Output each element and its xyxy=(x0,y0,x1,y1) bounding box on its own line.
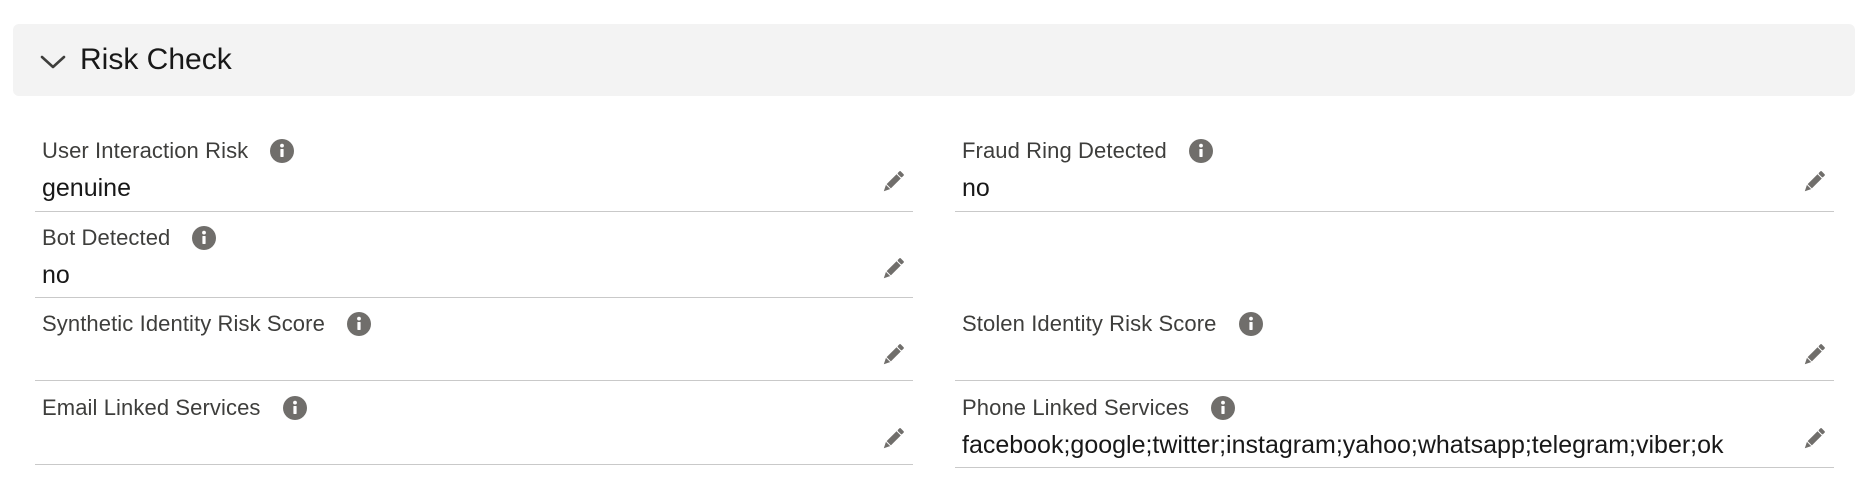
info-icon[interactable] xyxy=(346,312,371,336)
pencil-icon[interactable] xyxy=(1800,341,1828,369)
section-header-risk-check[interactable]: Risk Check xyxy=(13,24,1855,96)
info-icon[interactable] xyxy=(1238,312,1263,336)
field-stolen-identity-risk-score: Stolen Identity Risk Score xyxy=(955,297,1834,381)
field-synthetic-identity-risk-score: Synthetic Identity Risk Score xyxy=(35,297,913,381)
chevron-down-icon[interactable] xyxy=(39,48,67,76)
info-icon[interactable] xyxy=(1211,396,1236,420)
info-icon[interactable] xyxy=(282,396,307,420)
info-icon[interactable] xyxy=(1188,139,1213,163)
field-email-linked-services: Email Linked Services xyxy=(35,381,913,465)
field-value: no xyxy=(42,261,70,289)
pencil-icon[interactable] xyxy=(1800,425,1828,453)
field-fraud-ring-detected: Fraud Ring Detected no xyxy=(955,124,1834,212)
field-label: Email Linked Services xyxy=(42,395,261,420)
field-value: genuine xyxy=(42,174,131,202)
pencil-icon[interactable] xyxy=(879,425,907,453)
field-label: Fraud Ring Detected xyxy=(962,138,1167,163)
field-value: facebook;google;twitter;instagram;yahoo;… xyxy=(962,431,1724,459)
field-bot-detected: Bot Detected no xyxy=(35,211,913,298)
field-phone-linked-services: Phone Linked Services facebook;google;tw… xyxy=(955,381,1834,468)
field-label: User Interaction Risk xyxy=(42,138,249,163)
section-title: Risk Check xyxy=(80,43,232,76)
pencil-icon[interactable] xyxy=(879,255,907,283)
pencil-icon[interactable] xyxy=(1800,168,1828,196)
field-label: Stolen Identity Risk Score xyxy=(962,311,1217,336)
info-icon[interactable] xyxy=(192,226,217,250)
field-value: no xyxy=(962,174,990,202)
pencil-icon[interactable] xyxy=(879,341,907,369)
info-icon[interactable] xyxy=(270,139,295,163)
field-label: Synthetic Identity Risk Score xyxy=(42,311,325,336)
field-user-interaction-risk: User Interaction Risk genuine xyxy=(35,124,913,212)
field-label: Phone Linked Services xyxy=(962,395,1190,420)
field-label: Bot Detected xyxy=(42,225,171,250)
pencil-icon[interactable] xyxy=(879,168,907,196)
